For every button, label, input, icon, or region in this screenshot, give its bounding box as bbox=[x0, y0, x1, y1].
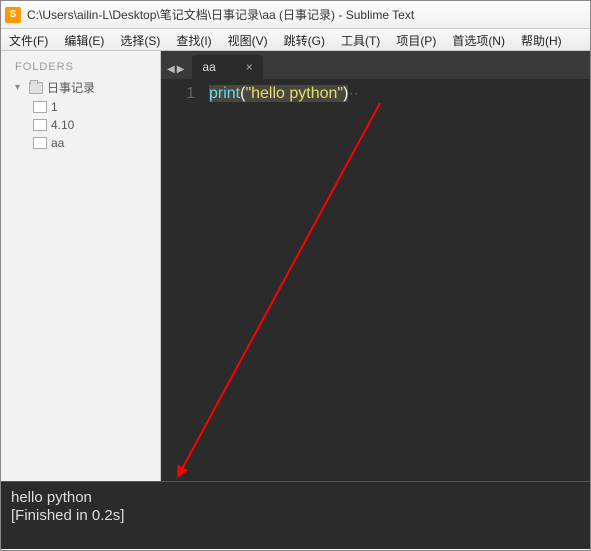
menu-view[interactable]: 视图(V) bbox=[220, 29, 276, 50]
title-bar: S C:\Users\ailin-L\Desktop\笔记文档\日事记录\aa … bbox=[1, 1, 590, 29]
tab-strip: ◀ ▶ aa × bbox=[161, 51, 590, 79]
sidebar-header: FOLDERS bbox=[5, 59, 156, 77]
tab-aa[interactable]: aa × bbox=[192, 55, 262, 79]
file-item-aa[interactable]: aa bbox=[5, 134, 156, 152]
line-number: 1 bbox=[161, 85, 195, 103]
console-line-2: [Finished in 0.2s] bbox=[11, 507, 124, 524]
menu-goto[interactable]: 跳转(G) bbox=[276, 29, 333, 50]
whitespace-dots: ·· bbox=[348, 85, 359, 102]
code-area[interactable]: 1 print("hello python")·· bbox=[161, 79, 590, 481]
token-function: print bbox=[209, 85, 240, 102]
menu-bar: 文件(F) 编辑(E) 选择(S) 查找(I) 视图(V) 跳转(G) 工具(T… bbox=[1, 29, 590, 51]
tab-prev-icon[interactable]: ◀ bbox=[167, 64, 175, 75]
code-content[interactable]: print("hello python")·· bbox=[205, 79, 590, 481]
menu-select[interactable]: 选择(S) bbox=[112, 29, 168, 50]
file-icon bbox=[33, 101, 47, 113]
build-output: hello python [Finished in 0.2s] bbox=[1, 481, 590, 549]
folder-root[interactable]: ▾ 日事记录 bbox=[5, 77, 156, 98]
file-icon bbox=[33, 137, 47, 149]
folder-icon bbox=[29, 82, 43, 94]
folder-root-label: 日事记录 bbox=[47, 79, 95, 96]
main-area: FOLDERS ▾ 日事记录 1 4.10 aa ◀ ▶ aa × bbox=[1, 51, 590, 481]
editor: ◀ ▶ aa × 1 print("hello python")·· bbox=[161, 51, 590, 481]
file-item-label: 1 bbox=[51, 100, 58, 114]
chevron-down-icon: ▾ bbox=[15, 82, 25, 93]
file-icon bbox=[33, 119, 47, 131]
menu-prefs[interactable]: 首选项(N) bbox=[444, 29, 513, 50]
token-string: "hello python" bbox=[245, 85, 343, 102]
tab-label: aa bbox=[202, 60, 215, 74]
menu-file[interactable]: 文件(F) bbox=[1, 29, 56, 50]
file-item-label: aa bbox=[51, 136, 64, 150]
close-icon[interactable]: × bbox=[246, 60, 253, 74]
sidebar: FOLDERS ▾ 日事记录 1 4.10 aa bbox=[1, 51, 161, 481]
file-item-1[interactable]: 1 bbox=[5, 98, 156, 116]
file-item-410[interactable]: 4.10 bbox=[5, 116, 156, 134]
menu-find[interactable]: 查找(I) bbox=[168, 29, 219, 50]
gutter: 1 bbox=[161, 79, 205, 481]
console-line-1: hello python bbox=[11, 489, 92, 506]
window-title: C:\Users\ailin-L\Desktop\笔记文档\日事记录\aa (日… bbox=[27, 6, 586, 23]
menu-tools[interactable]: 工具(T) bbox=[333, 29, 388, 50]
menu-edit[interactable]: 编辑(E) bbox=[56, 29, 112, 50]
tab-next-icon[interactable]: ▶ bbox=[177, 64, 185, 75]
app-icon: S bbox=[5, 7, 21, 23]
menu-project[interactable]: 项目(P) bbox=[388, 29, 444, 50]
file-item-label: 4.10 bbox=[51, 118, 74, 132]
menu-help[interactable]: 帮助(H) bbox=[513, 29, 570, 50]
